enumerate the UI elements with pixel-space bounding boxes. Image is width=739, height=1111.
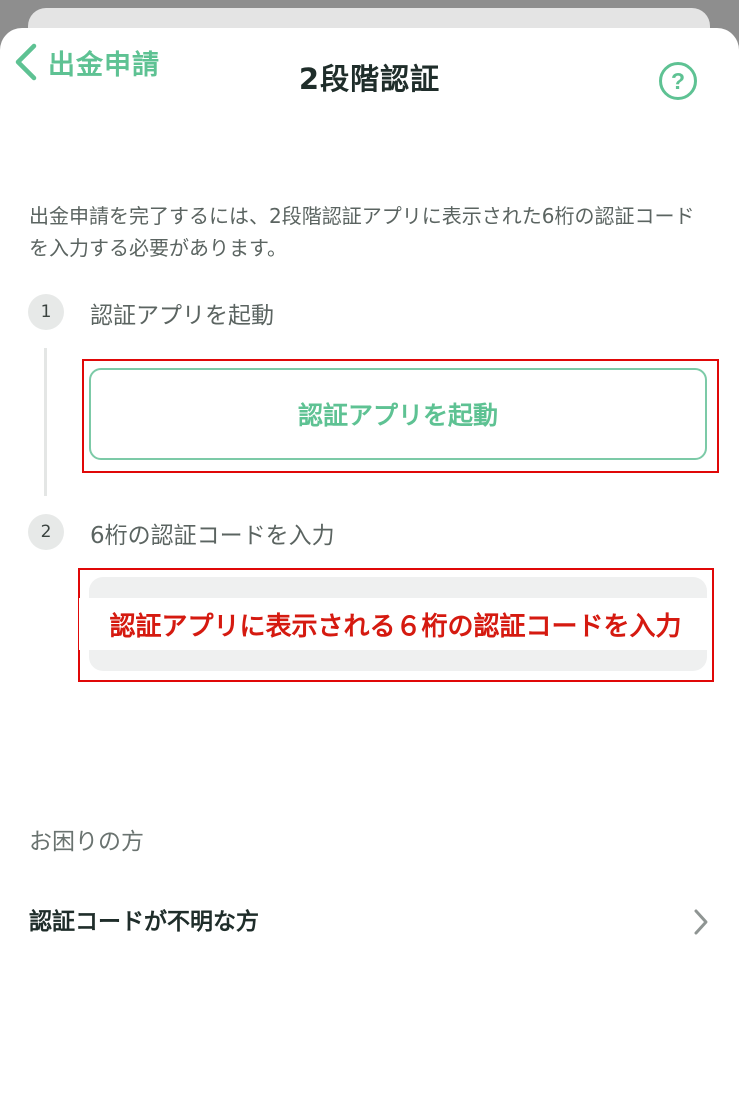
step-2-number: 2: [28, 514, 64, 550]
step-1-label: 認証アプリを起動: [90, 303, 274, 329]
chevron-right-icon: [691, 907, 711, 941]
step-1-number: 1: [28, 294, 64, 330]
help-button[interactable]: ?: [658, 61, 698, 101]
unknown-code-help-label: 認証コードが不明な方: [29, 909, 259, 935]
help-icon: ?: [659, 62, 697, 100]
step-connector-line: [44, 348, 47, 496]
svg-text:?: ?: [671, 68, 685, 94]
launch-auth-app-button[interactable]: 認証アプリを起動: [89, 368, 707, 460]
description-text: 出金申請を完了するには、2段階認証アプリに表示された6桁の認証コードを入力する必…: [29, 204, 695, 260]
unknown-code-help-row[interactable]: 認証コードが不明な方: [0, 880, 739, 956]
help-section-heading: お困りの方: [29, 829, 144, 855]
step-2-label: 6桁の認証コードを入力: [90, 523, 335, 549]
page-title: 2段階認証: [298, 62, 441, 96]
annotation-text: 認証アプリに表示される６桁の認証コードを入力: [79, 598, 712, 650]
